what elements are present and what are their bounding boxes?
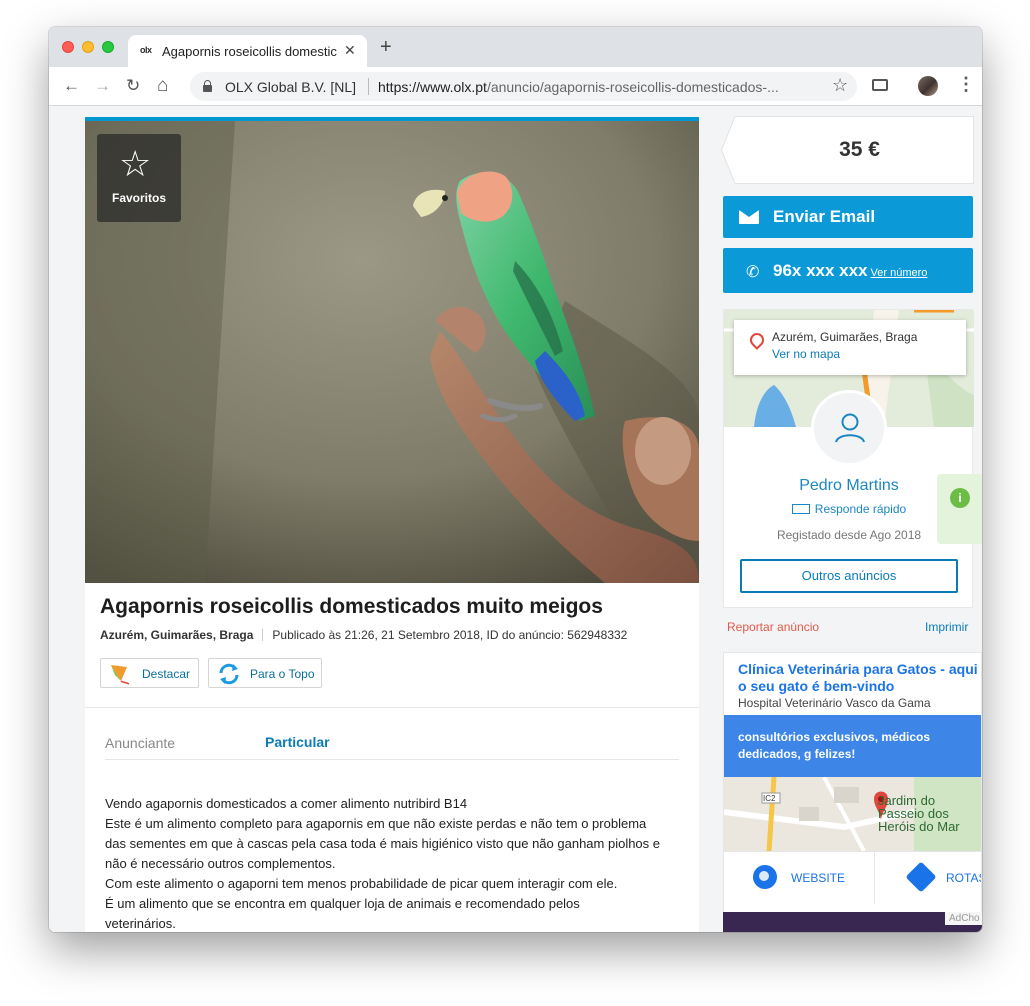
description-line: Este é um alimento completo para agaporn…	[105, 816, 647, 831]
section-divider	[105, 759, 679, 760]
new-tab-button[interactable]: +	[380, 37, 392, 57]
olx-favicon-icon: olx	[140, 45, 152, 55]
ad-action-divider	[874, 852, 875, 904]
url-text[interactable]: https://www.olx.pt/anuncio/agapornis-ros…	[378, 79, 818, 95]
refresh-arrows-icon	[219, 663, 239, 685]
url-path: /anuncio/agapornis-roseicollis-domestica…	[486, 79, 779, 95]
profile-avatar[interactable]	[918, 76, 938, 96]
other-ads-button[interactable]: Outros anúncios	[740, 559, 958, 593]
send-email-button[interactable]: Enviar Email	[723, 196, 973, 238]
show-phone-button[interactable]: ✆ 96x xxx xxx Ver número	[723, 248, 973, 293]
sponsored-ad[interactable]: Clínica Veterinária para Gatos - aqui o …	[723, 652, 982, 932]
seller-card: Azurém, Guimarães, Braga Ver no mapa Ped…	[723, 309, 974, 608]
send-email-label: Enviar Email	[773, 207, 876, 226]
listing-title: Agapornis roseicollis domesticados muito…	[100, 595, 603, 618]
globe-icon[interactable]	[753, 865, 777, 889]
bookmark-star-icon[interactable]: ☆	[832, 75, 848, 96]
map-location-text: Azurém, Guimarães, Braga	[772, 330, 918, 344]
browser-window: olx Agapornis roseicollis domestic ✕ + ←…	[49, 27, 982, 932]
listing-meta: Azurém, Guimarães, Braga Publicado às 21:…	[100, 628, 627, 642]
ad-actions: WEBSITE ROTAS	[724, 851, 981, 904]
meta-separator	[262, 629, 264, 641]
see-on-map-link[interactable]: Ver no mapa	[772, 347, 840, 361]
description-line: não é necessário outros complementos.	[105, 856, 336, 871]
reload-icon[interactable]: ↻	[126, 76, 140, 96]
description-line: das sementes em que à cascas pela casa t…	[105, 836, 661, 851]
promote-button[interactable]: Destacar	[100, 658, 199, 688]
info-side-tab[interactable]: i	[937, 474, 982, 544]
price-box: 35 €	[721, 116, 974, 184]
listing-photo[interactable]: ☆ Favoritos	[85, 121, 699, 583]
close-window-button[interactable]	[62, 41, 74, 53]
favorite-label: Favoritos	[111, 191, 166, 205]
fast-envelope-icon	[791, 504, 810, 514]
info-icon: i	[950, 488, 970, 508]
adchoices-badge[interactable]: AdCho	[945, 912, 982, 925]
cast-icon[interactable]	[872, 79, 888, 91]
ad-blurb: consultórios exclusivos, médicos dedicad…	[738, 730, 931, 761]
ad-map-label: Jardim do Passeio dos Heróis do Mar	[878, 794, 960, 833]
price-value: 35 €	[839, 138, 880, 161]
listing-card: ☆ Favoritos Agapornis roseicollis domest…	[85, 117, 699, 932]
phone-masked: 96x xxx xxx	[773, 261, 868, 280]
report-ad-link[interactable]: Reportar anúncio	[727, 620, 819, 634]
advertiser-label: Anunciante	[105, 735, 176, 751]
phone-icon: ✆	[746, 264, 760, 281]
map-pin-icon	[747, 330, 767, 350]
ad-routes-button[interactable]: ROTAS	[946, 871, 981, 885]
back-arrow-icon[interactable]: ←	[63, 76, 80, 96]
map-location-popup: Azurém, Guimarães, Braga Ver no mapa	[734, 320, 966, 375]
envelope-icon	[739, 210, 759, 224]
forward-arrow-icon[interactable]: →	[94, 76, 111, 96]
description-line: É um alimento que se encontra em qualque…	[105, 896, 580, 911]
section-divider	[85, 707, 699, 708]
page-viewport: ☆ Favoritos Agapornis roseicollis domest…	[49, 106, 982, 932]
user-icon	[835, 413, 865, 443]
bump-to-top-button[interactable]: Para o Topo	[208, 658, 322, 688]
minimize-window-button[interactable]	[82, 41, 94, 53]
tab-close-icon[interactable]: ✕	[344, 42, 356, 59]
road-label: IC2	[763, 794, 776, 803]
directions-icon[interactable]	[905, 861, 937, 893]
ad-subline: Hospital Veterinário Vasco da Gama	[738, 696, 931, 710]
ad-headline[interactable]: Clínica Veterinária para Gatos - aqui o …	[738, 661, 981, 695]
description-line: veterinários.	[105, 916, 176, 931]
print-link[interactable]: Imprimir	[925, 620, 968, 634]
tab-title: Agapornis roseicollis domestic	[162, 44, 337, 59]
lock-icon[interactable]	[203, 80, 212, 92]
favorite-button[interactable]: ☆ Favoritos	[97, 134, 181, 222]
ad-website-button[interactable]: WEBSITE	[791, 871, 845, 885]
browser-toolbar: ← → ↻ ⌂ OLX Global B.V. [NL] https://www…	[49, 67, 982, 106]
reveal-number-link[interactable]: Ver número	[871, 267, 928, 279]
fast-reply-label: Responde rápido	[814, 502, 907, 516]
seller-avatar[interactable]	[811, 390, 887, 466]
ad-map-label-line: Heróis do Mar	[878, 819, 960, 834]
tab-bar: olx Agapornis roseicollis domestic ✕ +	[49, 27, 982, 67]
favorite-star-icon: ☆	[119, 143, 152, 184]
browser-menu-icon[interactable]: ⋮	[957, 74, 975, 94]
ad-banner[interactable]: consultórios exclusivos, médicos dedicad…	[724, 715, 981, 777]
listing-location: Azurém, Guimarães, Braga	[100, 628, 254, 642]
promote-label: Destacar	[142, 667, 191, 681]
description-line: Com este alimento o agaporni tem menos p…	[105, 876, 618, 891]
description-line: Vendo agapornis domesticados a comer ali…	[105, 796, 468, 811]
kite-icon	[111, 665, 130, 685]
browser-tab[interactable]: olx Agapornis roseicollis domestic ✕	[128, 35, 367, 67]
listing-description: Vendo agapornis domesticados a comer ali…	[105, 794, 689, 932]
site-identity[interactable]: OLX Global B.V. [NL]	[225, 79, 356, 95]
maximize-window-button[interactable]	[102, 41, 114, 53]
url-host: https://www.olx.pt	[378, 79, 487, 95]
bump-label: Para o Topo	[250, 667, 315, 681]
listing-published: Publicado às 21:26, 21 Setembro 2018, ID…	[272, 628, 628, 642]
ad-map[interactable]: IC2 Jardim do Passeio dos Heróis do Mar	[724, 777, 981, 851]
address-bar[interactable]: OLX Global B.V. [NL] https://www.olx.pt/…	[190, 72, 857, 101]
address-separator	[368, 78, 369, 95]
advertiser-type[interactable]: Particular	[265, 734, 330, 750]
phone-number: 96x xxx xxx Ver número	[773, 261, 927, 281]
ad-footer-strip	[723, 912, 982, 932]
home-icon[interactable]: ⌂	[157, 76, 168, 96]
